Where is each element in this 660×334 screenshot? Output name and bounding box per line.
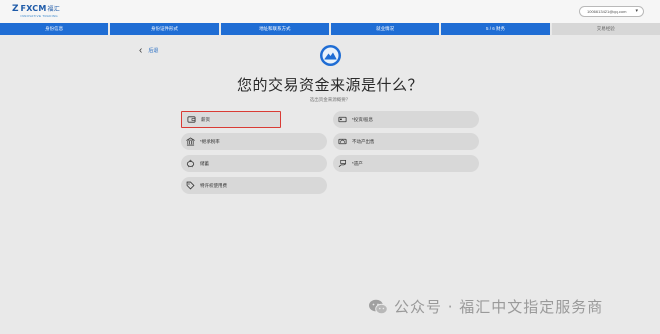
cash-hand-icon (338, 159, 347, 167)
wallet-icon (187, 116, 196, 123)
back-button[interactable]: ‹ 后退 (139, 46, 158, 56)
option-label: *遗产 (352, 160, 363, 166)
option-label: *投资/股息 (352, 116, 374, 122)
user-account-dropdown[interactable]: 1006613421@qq.com ▾ (579, 6, 644, 17)
option-property-sale[interactable]: 不动产出售 (333, 133, 479, 150)
fxcm-logo[interactable]: Z FXCM福汇 INNOVATIVE TRADING (12, 4, 60, 19)
logo-mark-icon: Z (12, 4, 19, 14)
option-estate[interactable]: *遗产 (333, 155, 479, 172)
piggy-bank-icon (186, 159, 195, 168)
chevron-left-icon: ‹ (139, 45, 143, 56)
watermark-text: 公众号 · 福汇中文指定服务商 (394, 298, 604, 316)
top-bar: Z FXCM福汇 INNOVATIVE TRADING 1006613421@q… (0, 0, 660, 23)
option-label: 不动产出售 (352, 138, 375, 144)
option-label: *继承税率 (200, 138, 220, 144)
progress-steps: 身份信息 身份证件形式 地址和联系方式 就业情况 5 / 6 财务 交易经验 (0, 23, 660, 35)
option-inheritance[interactable]: *继承税率 (181, 133, 327, 150)
step-personal-info[interactable]: 身份信息 (0, 23, 109, 35)
wechat-watermark: 公众号 · 福汇中文指定服务商 (368, 296, 603, 317)
bank-icon (186, 137, 195, 146)
option-label: 薪资 (201, 116, 210, 122)
logo-brand: FXCM福汇 (21, 5, 60, 14)
step-id-document[interactable]: 身份证件形式 (110, 23, 219, 35)
house-icon (338, 138, 347, 145)
step-trading-experience[interactable]: 交易经验 (551, 23, 660, 35)
question-title: 您的交易资金来源是什么？ (236, 76, 423, 94)
user-email: 1006613421@qq.com (587, 9, 627, 14)
logo-brand-name: FXCM (20, 4, 47, 13)
option-savings[interactable]: 储蓄 (181, 155, 327, 172)
option-label: 特许权使用费 (200, 182, 227, 188)
option-salary[interactable]: 薪资 (181, 111, 281, 128)
step-employment[interactable]: 就业情况 (330, 23, 440, 35)
option-label: 储蓄 (200, 160, 209, 166)
chevron-down-icon: ▾ (635, 8, 638, 14)
wechat-icon (369, 299, 388, 314)
card-icon (338, 116, 347, 123)
back-label: 后退 (148, 48, 159, 54)
finance-mountain-icon (320, 45, 341, 66)
logo-brand-cn: 福汇 (47, 6, 60, 13)
logo-tagline: INNOVATIVE TRADING (20, 14, 58, 18)
tag-icon (186, 181, 195, 190)
step-address-contact[interactable]: 地址和联系方式 (220, 23, 329, 35)
option-royalties[interactable]: 特许权使用费 (181, 177, 327, 194)
logo-text: FXCM福汇 INNOVATIVE TRADING (20, 5, 60, 19)
option-investment-dividend[interactable]: *投资/股息 (333, 111, 479, 128)
step-financial-current[interactable]: 5 / 6 财务 (441, 23, 550, 35)
question-subtitle: 选出资金来源概要？ (309, 97, 351, 102)
